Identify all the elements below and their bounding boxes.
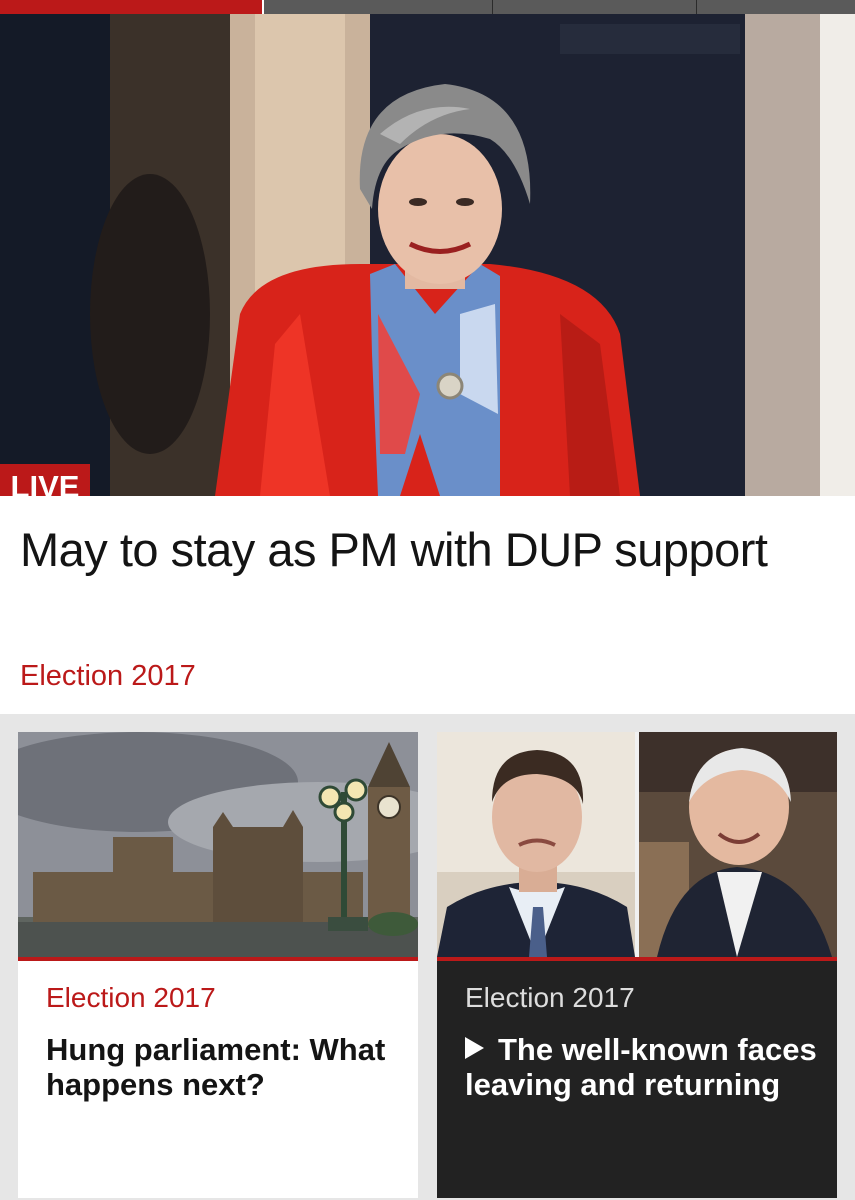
hero-story-image[interactable]: LIVE xyxy=(0,14,855,496)
card-kicker[interactable]: Election 2017 xyxy=(46,982,216,1014)
section-segment[interactable] xyxy=(264,0,855,14)
story-card-faces[interactable]: Election 2017 The well-known faces leavi… xyxy=(437,732,837,1198)
section-divider xyxy=(696,0,697,14)
section-segment-active[interactable] xyxy=(0,0,262,14)
hero-headline[interactable]: May to stay as PM with DUP support xyxy=(20,522,820,578)
card-title-text: The well-known faces leaving and returni… xyxy=(465,1032,817,1102)
card-image xyxy=(18,732,418,957)
card-kicker[interactable]: Election 2017 xyxy=(465,982,635,1014)
story-card-parliament[interactable]: Election 2017 Hung parliament: What happ… xyxy=(18,732,418,1198)
hero-story-text[interactable]: May to stay as PM with DUP support Elect… xyxy=(0,496,855,714)
section-divider xyxy=(492,0,493,14)
hero-kicker[interactable]: Election 2017 xyxy=(20,660,196,693)
theresa-may-photo-icon xyxy=(0,14,855,496)
play-icon xyxy=(465,1037,484,1059)
card-title[interactable]: The well-known faces leaving and returni… xyxy=(465,1032,820,1102)
card-image xyxy=(437,732,837,957)
clegg-and-cable-photo-icon xyxy=(437,732,837,957)
section-indicator-bar xyxy=(0,0,855,14)
houses-of-parliament-photo-icon xyxy=(18,732,418,957)
card-title[interactable]: Hung parliament: What happens next? xyxy=(46,1032,401,1102)
live-badge: LIVE xyxy=(0,464,90,496)
card-red-rule xyxy=(437,957,837,961)
card-red-rule xyxy=(18,957,418,961)
